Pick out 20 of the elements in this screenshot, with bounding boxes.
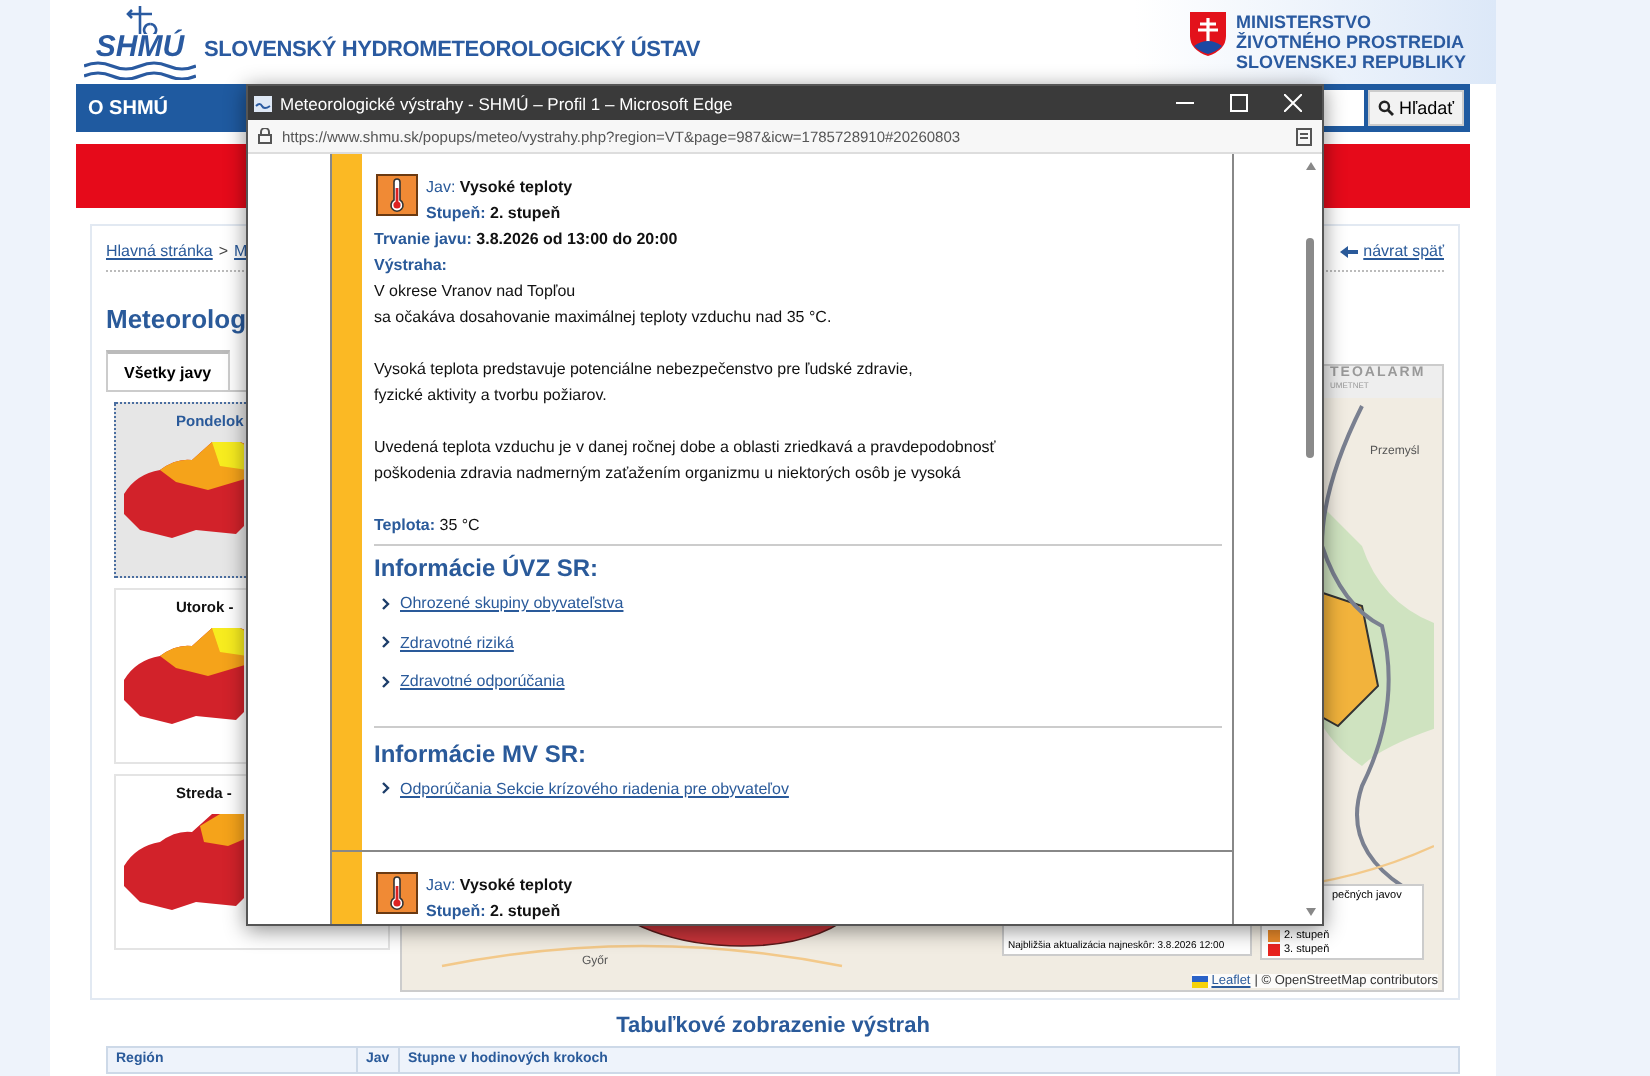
alert-field: Stupeň: 2. stupeň [426, 200, 573, 226]
alert-field: Jav: Vysoké teploty [426, 174, 573, 200]
alert-duration: Trvanie javu: 3.8.2026 od 13:00 do 20:00 [374, 228, 680, 252]
ministry-name-line: ŽIVOTNÉHO PROSTREDIA [1235, 32, 1466, 52]
ministry-name-line: SLOVENSKEJ REPUBLIKY [1235, 52, 1466, 72]
warning-paragraph: Uvedená teplota vzduchu je v danej ročnej dobe a oblasti zriedkavá a pravdepodobnosť poškodenia zdravia nadmerným zaťažením organizmu u niektorých osôb je vysoká [374, 436, 998, 486]
warning-paragraph: Vysoká teplota predstavuje potenciálne nebezpečenstvo pre ľudské zdravie, fyzické aktivity a tvorbu požiarov. [374, 358, 915, 408]
alert-field: Stupeň: 2. stupeň [426, 898, 573, 924]
section-heading: Informácie ÚVZ SR: [374, 554, 601, 582]
warning-paragraph: V okrese Vranov nad Topľou sa očakáva dosahovanie maximálnej teploty vzduchu nad 35 °C. [374, 280, 834, 330]
ministry-name-line: MINISTERSTVO [1235, 12, 1373, 32]
warning-label: Výstraha: [374, 254, 449, 278]
breadcrumb-separator: > [218, 242, 229, 260]
section-title: Tabuľkové zobrazenie výstrah [614, 1014, 932, 1040]
section-heading: Informácie MV SR: [374, 739, 589, 767]
temperature-field: Teplota: 35 °C [374, 512, 1222, 546]
window-title: Meteorologické výstrahy - SHMÚ – Profil 1 – Microsoft Edge [280, 93, 735, 113]
institute-name: SLOVENSKÝ HYDROMETEOROLOGICKÝ ÚSTAV [204, 38, 701, 62]
page-title: Meteorolog [106, 304, 247, 334]
alert-field: Jav: Vysoké teploty [426, 872, 573, 898]
